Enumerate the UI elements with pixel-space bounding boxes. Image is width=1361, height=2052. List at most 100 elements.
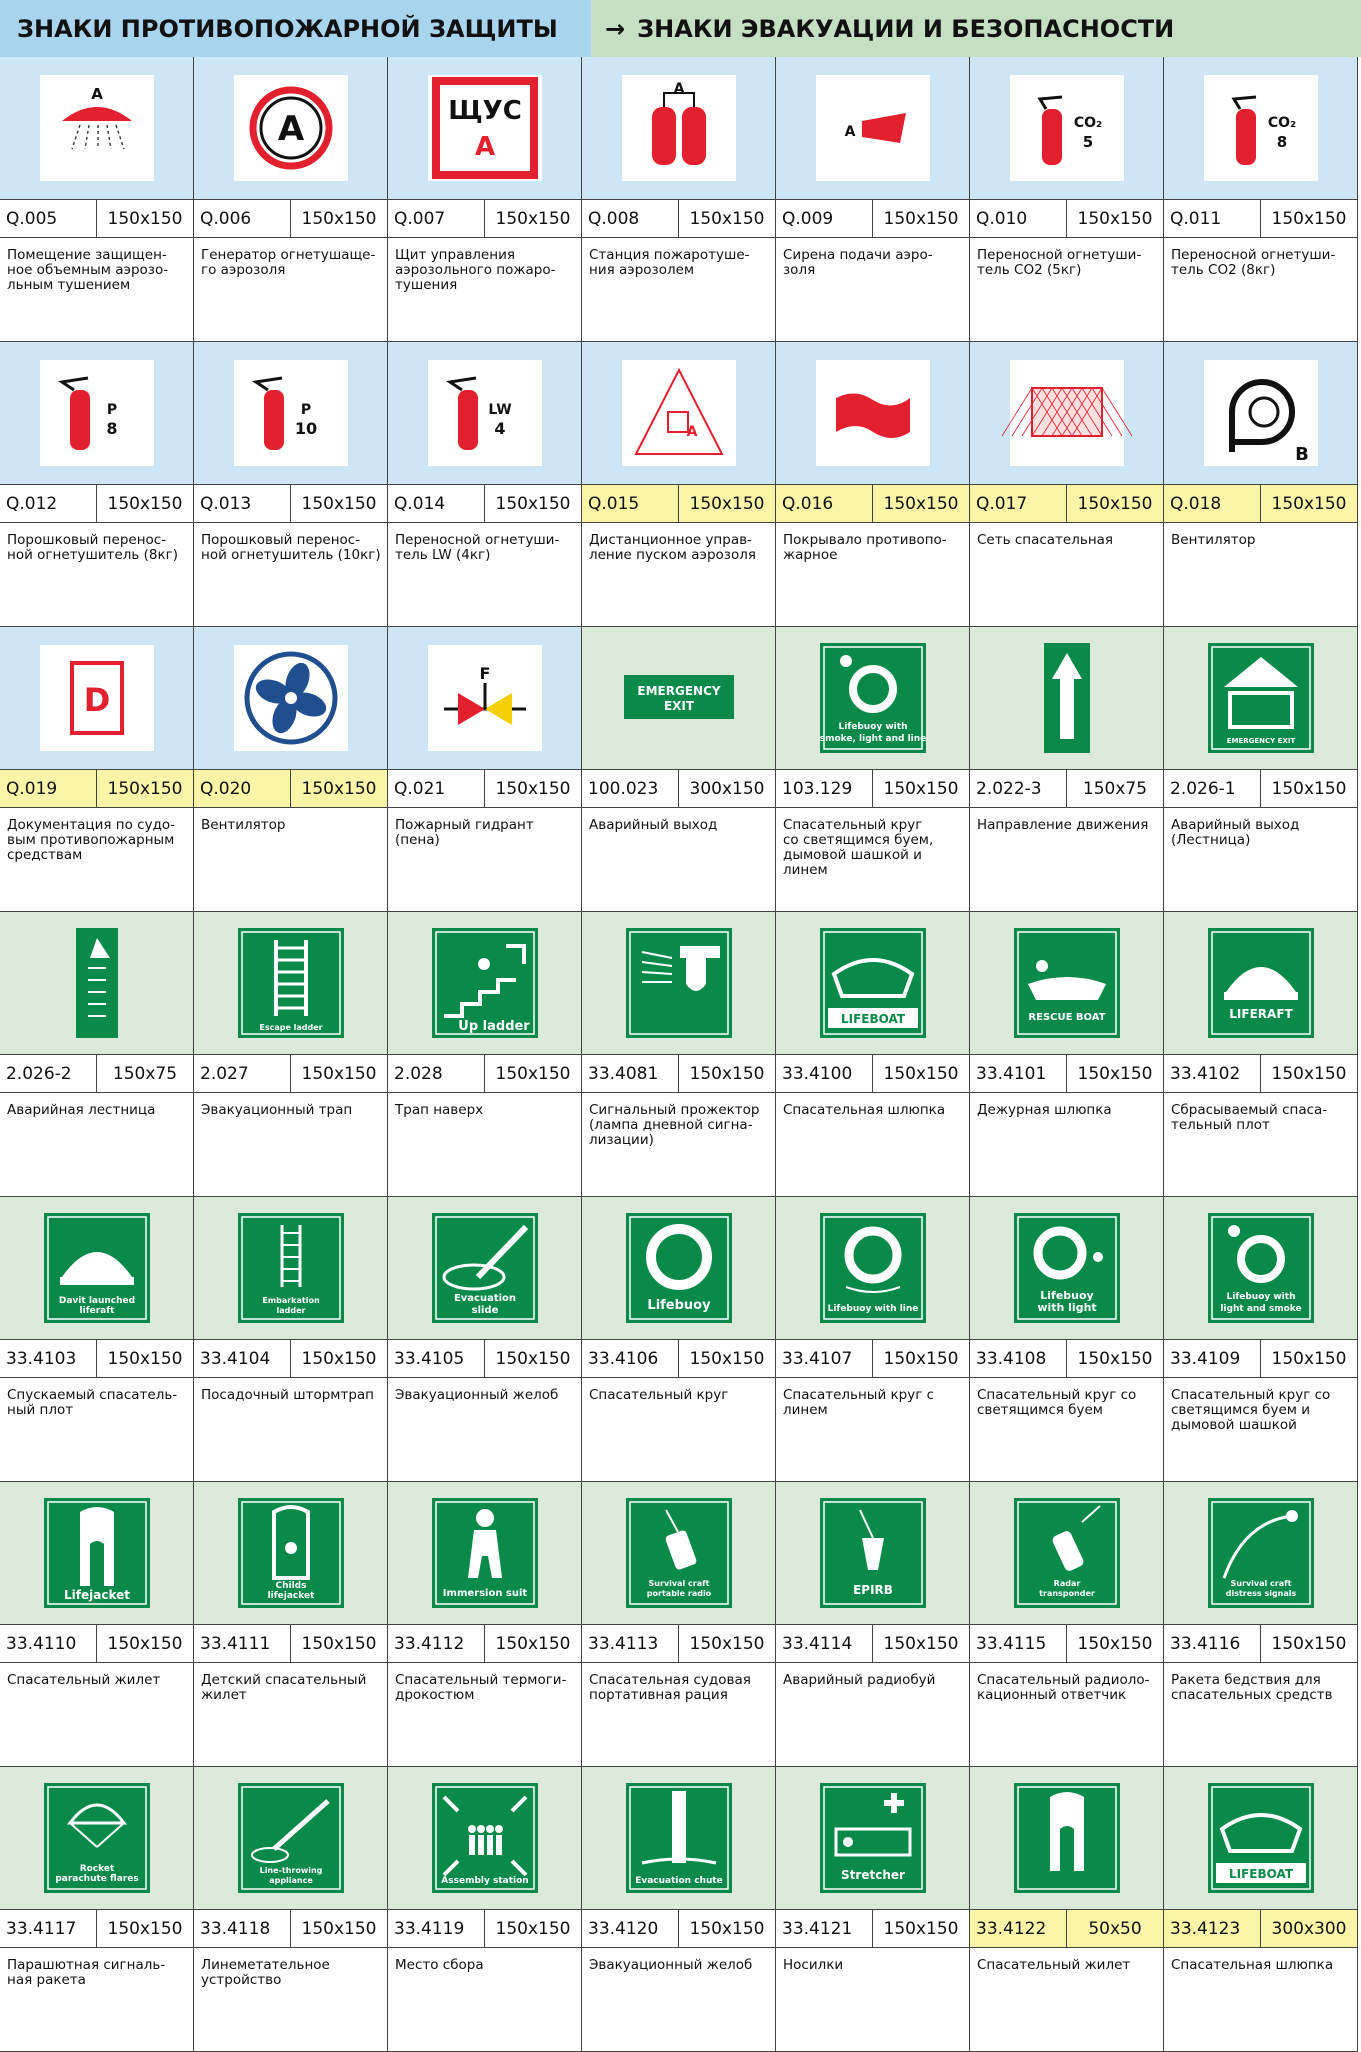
sign-card: RESCUE BOAT 33.4101 150x150 Дежурная шлюпка	[970, 912, 1164, 1197]
sign-description: Спасательный круг с линем	[783, 1387, 935, 1418]
sign-text: CO₂	[1074, 115, 1102, 131]
sign-card: Lifejacket 33.4110 150x150 Спасательный жил…	[0, 1482, 194, 1767]
sign-size: 150x150	[873, 485, 969, 522]
sign-card: Line-throwing appliance 33.4118 150x150 Лине…	[194, 1767, 388, 2052]
article-code: Q.021	[388, 770, 485, 807]
documentation-icon: D	[40, 645, 154, 751]
sign-image: A	[234, 75, 348, 181]
sign-card: Lifebuoy with light and smoke 33.4109 150x1…	[1164, 1197, 1358, 1482]
evacuation-slide-icon: Evacuationslide	[432, 1213, 538, 1323]
code-size-row: Q.013 150x150	[194, 484, 387, 523]
sign-image-area: P 10	[194, 342, 387, 484]
sign-card: Stretcher 33.4121 150x150 Носилки	[776, 1767, 970, 2052]
sign-image-area: Assembly station	[388, 1767, 581, 1909]
sign-description: Помещение защищен- ное объемным аэрозо- …	[7, 247, 169, 293]
code-size-row: 33.4103 150x150	[0, 1339, 193, 1378]
sign-image: Up ladder	[432, 928, 538, 1038]
sign-description: Эвакуационный трап	[201, 1102, 353, 1118]
sign-image: D	[40, 645, 154, 751]
sign-text: 8	[1277, 133, 1287, 151]
sign-size: 150x150	[1077, 1063, 1153, 1084]
sign-image	[626, 928, 732, 1038]
article-code: Q.018	[1164, 485, 1261, 522]
sign-text: LIFEBOAT	[841, 1012, 906, 1026]
sign-card: Rocket parachute flares 33.4117 150x150 Пара…	[0, 1767, 194, 2052]
sign-card: EMERGENCY EXIT 100.023 300x150 Аварийный вых…	[582, 627, 776, 912]
distress-signals-icon: Survival craftdistress signals	[1208, 1498, 1314, 1608]
article-code: Q.016	[776, 485, 873, 522]
sign-card: ЩУС A Q.007 150x150 Щит управления аэрозольн…	[388, 57, 582, 342]
code-size-row: Q.008 150x150	[582, 199, 775, 238]
article-code: 33.4117	[0, 1910, 97, 1947]
article-code: 33.4123	[1164, 1910, 1261, 1947]
code-size-row: Q.017 150x150	[970, 484, 1163, 523]
up-ladder-icon: Up ladder	[432, 928, 538, 1038]
article-code: 33.4116	[1164, 1625, 1261, 1662]
sign-card: Evacuation chute 33.4120 150x150 Эвакуацион…	[582, 1767, 776, 2052]
sign-image	[816, 360, 930, 466]
sign-description: Спасательный жилет	[7, 1672, 161, 1688]
sign-size: 150x150	[679, 485, 775, 522]
sign-size: 150x150	[1271, 1348, 1347, 1369]
sign-description: Дистанционное управ- ление пуском аэрозо…	[589, 532, 756, 563]
sign-image-area: EMERGENCY EXIT	[582, 627, 775, 769]
sign-text: Lifebuoy with line	[828, 1304, 919, 1314]
sign-card: 33.4122 50x50 Спасательный жилет	[970, 1767, 1164, 2052]
assembly-station-icon: Assembly station	[432, 1783, 538, 1893]
article-code: 33.4121	[776, 1910, 873, 1947]
emergency-ladder-icon	[76, 928, 118, 1038]
sign-image-area: Embarkation ladder	[194, 1197, 387, 1339]
code-size-row: 33.4119 150x150	[388, 1909, 581, 1948]
sign-image: CO₂ 8	[1204, 75, 1318, 181]
sign-text: F	[480, 664, 491, 683]
sign-description: Аварийный выход	[589, 817, 718, 833]
sign-image: P8	[40, 360, 154, 466]
sign-size: 150x150	[301, 1918, 377, 1939]
line-throwing-icon: Line-throwingappliance	[238, 1783, 344, 1893]
sign-card: A Q.006 150x150 Генератор огнетушаще- го аэ…	[194, 57, 388, 342]
sign-image: RESCUE BOAT	[1014, 928, 1120, 1038]
sign-description: Сигнальный прожектор (лампа дневной сигн…	[589, 1102, 760, 1148]
sign-image-area: Rocket parachute flares	[0, 1767, 193, 1909]
sign-description: Спасательный круг со светящимся буем	[977, 1387, 1137, 1418]
lifebuoy-light-icon: Lifebuoywith light	[1014, 1213, 1120, 1323]
sign-text: B	[1295, 444, 1309, 465]
childs-lifejacket-icon: Childslifejacket	[238, 1498, 344, 1608]
sign-description: Сирена подачи аэро- золя	[783, 247, 933, 278]
sign-size: 150x150	[1261, 485, 1357, 522]
article-code: 33.4103	[0, 1340, 97, 1377]
escape-ladder-icon: Escape ladder	[238, 928, 344, 1038]
sign-description: Вентилятор	[201, 817, 286, 833]
sign-text: A	[674, 81, 685, 97]
sign-card: Childs lifejacket 33.4111 150x150 Детский сп…	[194, 1482, 388, 1767]
direction-arrow-icon	[1044, 643, 1090, 753]
sign-text: smoke, light and line	[820, 734, 927, 744]
sign-card: Lifebuoy with light 33.4108 150x150 Спасател…	[970, 1197, 1164, 1482]
lifeboat-icon: LIFEBOAT	[820, 928, 926, 1038]
sign-image: Survival craftdistress signals	[1208, 1498, 1314, 1608]
sign-image-area: LIFEBOAT	[776, 912, 969, 1054]
sign-image: Line-throwingappliance	[238, 1783, 344, 1893]
article-code: 2.026-2	[0, 1055, 97, 1092]
sign-image-area: Up ladder	[388, 912, 581, 1054]
sign-card: A Q.009 150x150 Сирена подачи аэро- золя	[776, 57, 970, 342]
sign-text: with light	[1037, 1301, 1096, 1314]
sign-text: Lifebuoy with	[1227, 1292, 1296, 1302]
sign-text: ladder	[277, 1306, 306, 1315]
sign-image-area: Survival craft distress signals	[1164, 1482, 1357, 1624]
sign-image: A	[622, 360, 736, 466]
lw-extinguisher-icon: LW4	[428, 360, 542, 466]
sign-text: EXIT	[664, 699, 695, 713]
sign-size: 150x75	[1082, 778, 1148, 799]
sign-image-area: A	[194, 57, 387, 199]
sign-size: 150x150	[1077, 1633, 1153, 1654]
emergency-exit-stairs-icon: EMERGENCY EXIT	[1208, 643, 1314, 753]
article-code: 33.4105	[388, 1340, 485, 1377]
sign-card: EMERGENCY EXIT 2.026-1 150x150 Аварийный вы…	[1164, 627, 1358, 912]
sign-size: 150x150	[883, 1348, 959, 1369]
sign-text: RESCUE BOAT	[1028, 1012, 1105, 1023]
sign-card: Embarkation ladder 33.4104 150x150 Посадочны…	[194, 1197, 388, 1482]
sign-text: ЩУС	[448, 96, 522, 126]
sign-size: 300x150	[689, 778, 765, 799]
sign-text: CO₂	[1268, 115, 1296, 131]
